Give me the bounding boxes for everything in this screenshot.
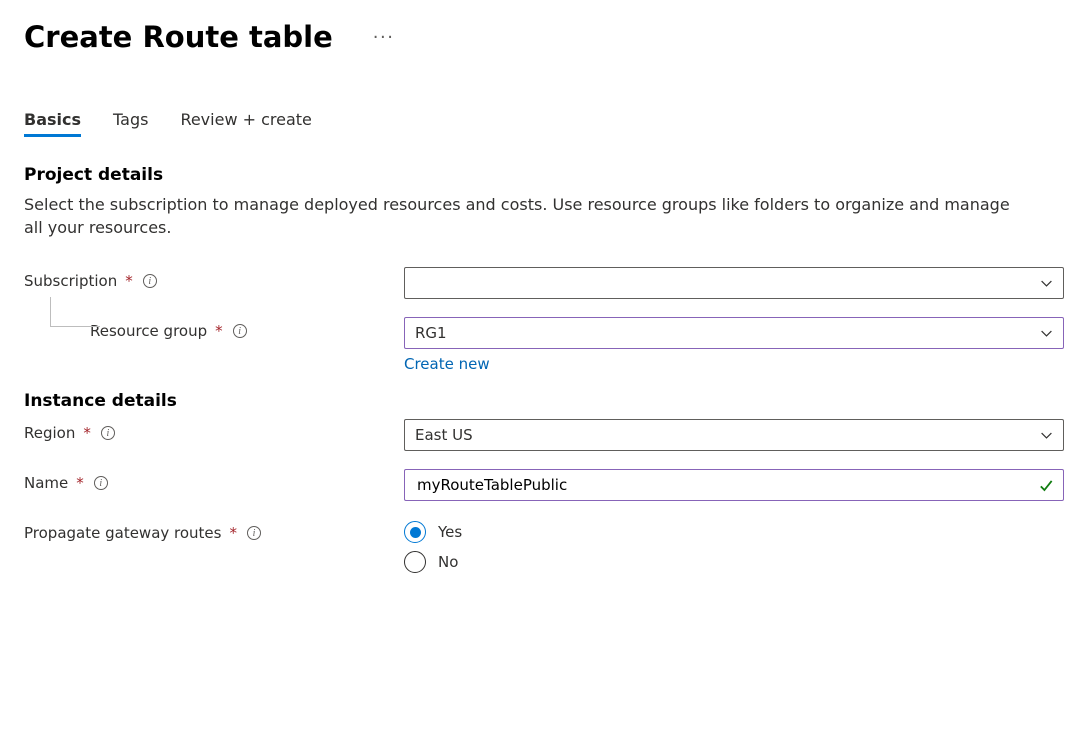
info-icon[interactable]: i <box>143 274 157 288</box>
chevron-down-icon <box>1040 429 1053 442</box>
subscription-select[interactable] <box>404 267 1064 299</box>
info-icon[interactable]: i <box>247 526 261 540</box>
name-input[interactable] <box>415 475 1031 495</box>
propagate-yes-option[interactable]: Yes <box>404 521 1064 543</box>
info-icon[interactable]: i <box>94 476 108 490</box>
propagate-radio-group: Yes No <box>404 519 1064 573</box>
resource-group-select[interactable]: RG1 <box>404 317 1064 349</box>
propagate-label: Propagate gateway routes * i <box>24 519 404 542</box>
tab-basics[interactable]: Basics <box>24 110 81 137</box>
subscription-label: Subscription * i <box>24 267 404 290</box>
name-label: Name * i <box>24 469 404 492</box>
resource-group-label: Resource group * i <box>24 317 404 340</box>
region-select[interactable]: East US <box>404 419 1064 451</box>
radio-label: No <box>438 553 458 571</box>
chevron-down-icon <box>1040 277 1053 290</box>
project-details-heading: Project details <box>24 165 1066 185</box>
tab-tags[interactable]: Tags <box>113 110 148 137</box>
name-input-wrapper <box>404 469 1064 501</box>
check-icon <box>1039 478 1053 493</box>
propagate-no-option[interactable]: No <box>404 551 1064 573</box>
create-new-link[interactable]: Create new <box>404 355 490 373</box>
more-icon[interactable]: ··· <box>373 27 395 48</box>
tree-connector <box>50 297 100 327</box>
radio-label: Yes <box>438 523 462 541</box>
radio-icon <box>404 521 426 543</box>
page-title: Create Route table <box>24 20 333 54</box>
tab-review-create[interactable]: Review + create <box>180 110 311 137</box>
region-label: Region * i <box>24 419 404 442</box>
radio-icon <box>404 551 426 573</box>
chevron-down-icon <box>1040 327 1053 340</box>
instance-details-heading: Instance details <box>24 391 1066 411</box>
tabs: Basics Tags Review + create <box>24 110 1066 137</box>
info-icon[interactable]: i <box>101 426 115 440</box>
info-icon[interactable]: i <box>233 324 247 338</box>
project-details-description: Select the subscription to manage deploy… <box>24 193 1024 239</box>
